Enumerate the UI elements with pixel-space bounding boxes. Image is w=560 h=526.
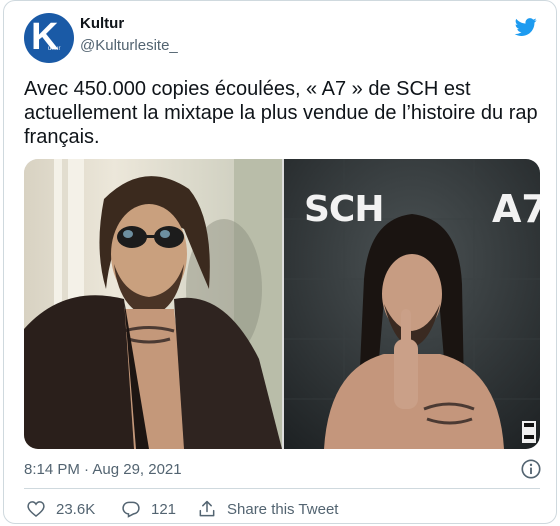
tweet-text: Avec 450.000 copies écoulées, « A7 » de … xyxy=(24,78,538,148)
twitter-bird-icon[interactable] xyxy=(514,16,538,38)
tweet-media[interactable]: SCH A7 xyxy=(24,159,540,449)
cover-logo-a7: A7 xyxy=(492,187,540,231)
share-label: Share this Tweet xyxy=(227,500,339,518)
photo-man-sunglasses[interactable] xyxy=(24,159,282,449)
avatar-letter: K xyxy=(31,16,59,58)
info-icon[interactable] xyxy=(520,458,542,480)
like-button[interactable]: 23.6K xyxy=(26,499,95,519)
tweet-timestamp[interactable]: 8:14 PM · Aug 29, 2021 xyxy=(24,461,182,478)
cover-logo-sch: SCH xyxy=(304,189,384,230)
reply-icon xyxy=(122,501,140,518)
share-icon xyxy=(199,500,215,517)
like-count: 23.6K xyxy=(56,500,96,518)
author-handle[interactable]: @Kulturlesite_ xyxy=(80,37,178,54)
reply-count: 121 xyxy=(151,500,177,518)
share-button[interactable]: Share this Tweet xyxy=(197,499,338,519)
author-display-name[interactable]: Kultur xyxy=(80,15,124,32)
avatar[interactable]: K ultur xyxy=(24,13,74,63)
divider xyxy=(24,488,540,489)
reply-button[interactable]: 121 xyxy=(121,499,176,519)
avatar-subtitle: ultur xyxy=(48,46,61,52)
tweet-card[interactable]: K ultur Kultur @Kulturlesite_ Avec 450.0… xyxy=(3,0,557,524)
heart-icon xyxy=(27,501,45,518)
